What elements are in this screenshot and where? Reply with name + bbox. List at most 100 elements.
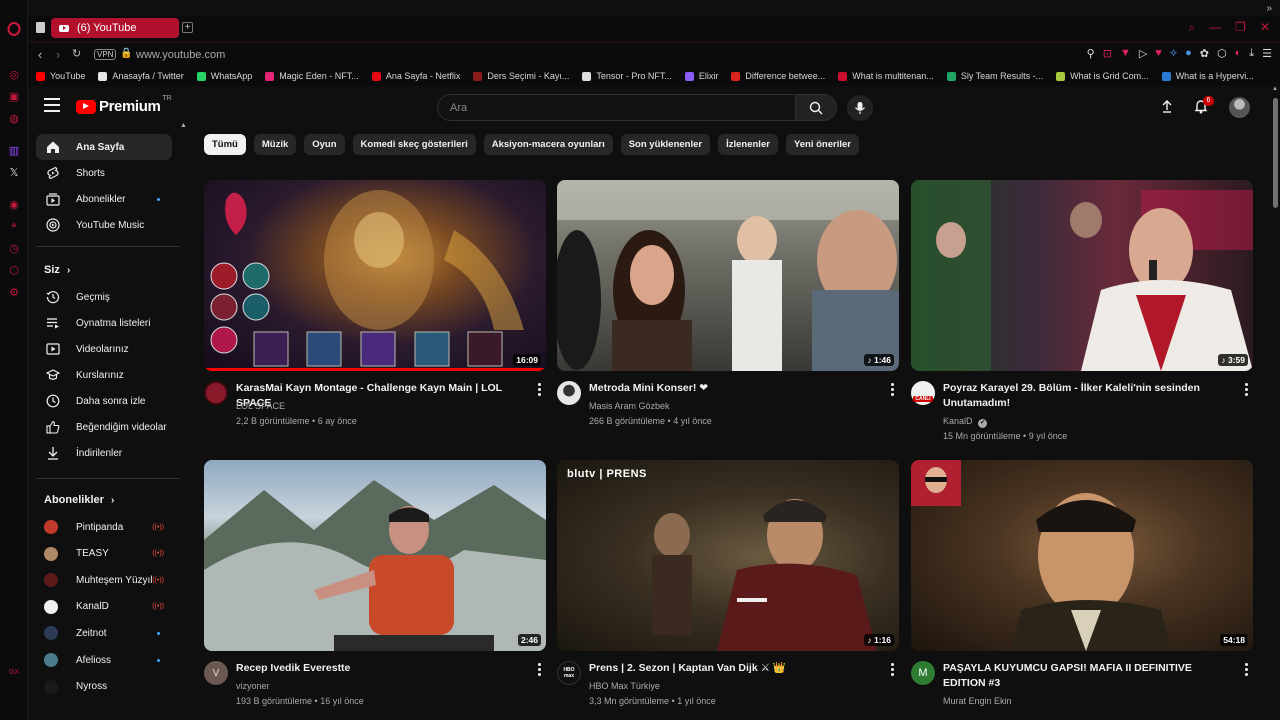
channel-avatar[interactable] [204,381,228,405]
youtube-premium-logo[interactable]: Premium TR [76,95,172,115]
pin-icon[interactable]: ⚲ [1087,47,1095,60]
page-scrollbar[interactable]: ▲ [1272,86,1280,720]
sidebar-item-downloads[interactable]: İndirilenler [36,440,172,466]
wallet-icon[interactable]: ▣ [6,88,22,104]
channel-avatar[interactable]: M [911,661,935,685]
sidebar-item-youtube-music[interactable]: YouTube Music [36,212,172,238]
sidebar-subscription-item[interactable]: TEASY ((•)) [36,541,172,567]
url-field[interactable]: www.youtube.com [136,49,225,61]
close-icon[interactable]: ✕ [1260,20,1270,35]
more-actions-icon[interactable] [1245,663,1249,676]
video-thumbnail[interactable]: 54:18 [911,460,1253,651]
sidebar-subscription-item[interactable]: Afelioss [36,647,172,673]
bookmark-item[interactable]: Tensor - Pro NFT... [582,71,672,81]
create-button[interactable] [1160,99,1174,118]
filter-chip[interactable]: İzlenenler [718,134,778,155]
search-tabs-icon[interactable]: ⌕ [1188,20,1195,35]
more-actions-icon[interactable] [891,663,895,676]
filter-chip[interactable]: Aksiyon-macera oyunları [483,134,613,155]
lock-icon[interactable]: 🔒 [120,48,132,59]
bookmark-item[interactable]: Ana Sayfa - Netflix [371,71,460,81]
video-card[interactable]: ♪ 3:59 CANLI Poyraz Karayel 29. Bölüm - … [911,180,1253,441]
subscriptions-section-header[interactable]: Abonelikler › [44,494,114,506]
heart-icon[interactable]: ♥ [1155,47,1162,60]
vpn-badge[interactable]: VPN [94,49,117,60]
translate-icon[interactable]: ⟡ [1170,47,1177,60]
more-actions-icon[interactable] [538,383,542,396]
channel-name[interactable]: LOL SPACE [236,401,285,411]
sidebar-item-liked-videos[interactable]: Beğendiğim videolar [36,414,172,440]
reload-icon[interactable]: ↻ [72,47,81,60]
more-actions-icon[interactable] [538,663,542,676]
sidebar-scroll-up-icon[interactable]: ▲ [180,122,187,129]
sidebar-item-courses[interactable]: Kurslarınız [36,362,172,388]
video-title[interactable]: PAŞAYLA KUYUMCU GAPSI! MAFIA II DEFINITI… [943,661,1235,691]
new-tab-button[interactable]: + [182,22,193,33]
sidebar-item-home[interactable]: Ana Sayfa [36,134,172,160]
video-card[interactable]: 54:18 M PAŞAYLA KUYUMCU GAPSI! MAFIA II … [911,460,1253,720]
twitch-icon[interactable]: ▥ [6,142,22,158]
video-title[interactable]: Prens | 2. Sezon | Kaptan Van Dijk ⚔ 👑 [589,661,881,676]
voice-search-button[interactable] [847,95,873,121]
video-popout-icon[interactable]: ▷ [1139,47,1147,60]
bookmark-item[interactable]: Elixir [684,71,718,81]
extensions-rail-icon[interactable]: ⬡ [6,262,22,278]
minimize-icon[interactable]: — [1209,20,1221,35]
video-card[interactable]: 16:09 KarasMai Kayn Montage - Challenge … [204,180,546,441]
more-actions-icon[interactable] [1245,383,1249,396]
channel-avatar[interactable]: V [204,661,228,685]
bookmark-item[interactable]: WhatsApp [196,71,252,81]
filter-chip[interactable]: Müzik [253,134,297,155]
extensions-puzzle-icon[interactable]: ⬡ [1217,47,1227,60]
tab-youtube[interactable]: (6) YouTube [51,18,179,38]
bookmark-item[interactable]: Difference betwee... [731,71,825,81]
bookmark-item[interactable]: Sly Team Results -... [946,71,1043,81]
profile-icon[interactable]: ◐ [1235,47,1242,60]
channel-name[interactable]: HBO Max Türkiye [589,681,660,691]
easy-setup-icon[interactable]: ☰ [1262,47,1272,60]
back-icon[interactable]: ‹ [38,47,42,62]
extension-tools-icon[interactable]: ✿ [1200,47,1209,60]
video-card[interactable]: blutv | PRENS ♪ 1:16 HBO max Prens | 2. … [557,460,899,720]
bookmarks-more-icon[interactable]: » [1266,3,1272,14]
sidebar-item-history[interactable]: Geçmiş [36,284,172,310]
aria-icon[interactable]: ◎ [6,66,22,82]
sidebar-item-your-videos[interactable]: Videolarınız [36,336,172,362]
player-icon[interactable]: ◉ [6,196,22,212]
more-actions-icon[interactable] [891,383,895,396]
channel-name[interactable]: vizyoner [236,681,270,691]
sidebar-subscription-item[interactable]: Muhteşem Yüzyıl ((•)) [36,567,172,593]
bookmark-item[interactable]: What is a Hypervi... [1161,71,1254,81]
bookmark-item[interactable]: What is multitenan... [838,71,934,81]
video-thumbnail[interactable]: blutv | PRENS ♪ 1:16 [557,460,899,651]
sidebar-subscription-item[interactable]: Zeitnot [36,620,172,646]
filter-chip[interactable]: Oyun [304,134,345,155]
bookmark-item[interactable]: Magic Eden - NFT... [265,71,359,81]
sidebar-item-shorts[interactable]: Shorts [36,160,172,186]
filter-chip[interactable]: Tümü [204,134,246,155]
channel-name[interactable]: KanalD ✔ [943,416,988,428]
history-rail-icon[interactable]: ◷ [6,240,22,256]
filter-chip[interactable]: Son yüklenenler [620,134,711,155]
opera-logo-icon[interactable] [6,21,22,37]
search-input[interactable]: Ara [437,94,796,121]
search-button[interactable] [795,94,837,121]
channel-avatar[interactable] [557,381,581,405]
bookmark-item[interactable]: What is Grid Com... [1056,71,1149,81]
video-thumbnail[interactable]: 2:46 [204,460,546,651]
video-card[interactable]: ♪ 1:46 Metroda Mini Konser! ❤ Masis Aram… [557,180,899,441]
bookmark-item[interactable]: YouTube [36,71,85,81]
page-icon[interactable] [36,22,45,33]
account-avatar[interactable] [1229,97,1250,118]
video-thumbnail[interactable]: ♪ 3:59 [911,180,1253,371]
sidebar-subscription-item[interactable]: Nyross [36,674,172,700]
snapshot-icon[interactable]: ⊡ [1103,47,1112,60]
forward-icon[interactable]: › [56,47,60,62]
scroll-up-icon[interactable]: ▲ [1272,86,1278,92]
sidebar-item-watch-later[interactable]: Daha sonra izle [36,388,172,414]
settings-rail-icon[interactable]: ⚙ [6,284,22,300]
maximize-icon[interactable]: ❐ [1235,20,1246,35]
bookmark-item[interactable]: Ders Seçimi - Kayı... [473,71,569,81]
channel-avatar[interactable]: CANLI [911,381,935,405]
channel-name[interactable]: Masis Aram Gözbek [589,401,670,411]
